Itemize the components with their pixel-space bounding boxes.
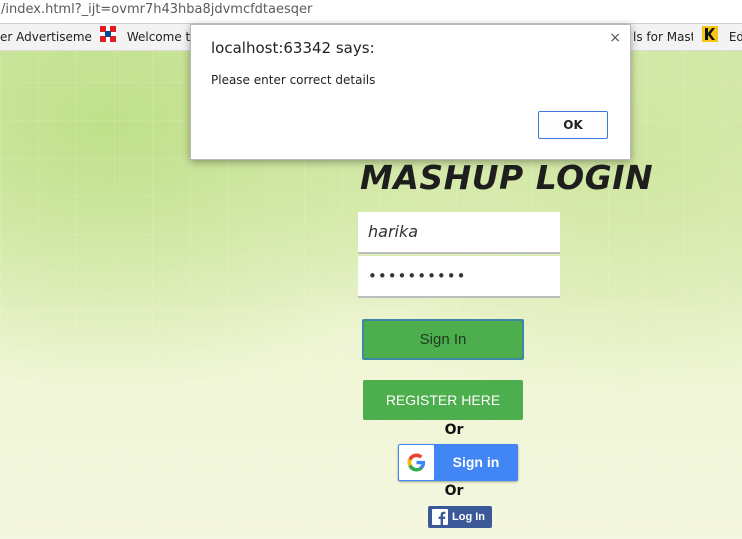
sign-in-button[interactable]: Sign In [362,319,524,360]
google-sign-in-button[interactable]: Sign in [398,444,518,481]
register-button[interactable]: REGISTER HERE [363,380,523,420]
hdfc-icon [100,25,116,51]
bookmark-edu[interactable]: Edu [702,24,742,50]
google-sign-in-label: Sign in [452,454,500,470]
google-icon [399,445,434,480]
bookmark-label: ls for Maste [633,30,693,44]
ok-button[interactable]: OK [538,111,608,139]
or-separator: Or [444,422,464,438]
bookmark-label: er Advertisement [0,30,92,44]
facebook-icon [432,509,448,530]
facebook-login-button[interactable]: Log In [428,506,492,528]
password-input[interactable]: •••••••••• [358,256,560,298]
alert-title: localhost:63342 says: [211,39,375,57]
alert-dialog: localhost:63342 says: × Please enter cor… [190,24,631,160]
or-separator: Or [444,483,464,499]
facebook-login-label: Log In [452,511,485,523]
page-title: MASHUP LOGIN [360,158,654,197]
address-url: /index.html?_ijt=ovmr7h43hba8jdvmcfdtaes… [1,2,313,17]
k-logo-icon [702,25,718,51]
close-icon[interactable]: × [609,30,621,46]
address-bar[interactable]: /index.html?_ijt=ovmr7h43hba8jdvmcfdtaes… [0,0,742,24]
bookmark-advertisement[interactable]: er Advertisement [0,24,92,50]
bookmark-label: Welcome to [126,30,192,44]
bookmark-welcome[interactable]: Welcome to [100,24,192,50]
bookmark-tools[interactable]: ls for Maste [633,24,693,50]
alert-message: Please enter correct details [211,73,376,87]
bookmark-label: Edu [728,30,742,44]
username-input[interactable]: harika [358,212,560,254]
